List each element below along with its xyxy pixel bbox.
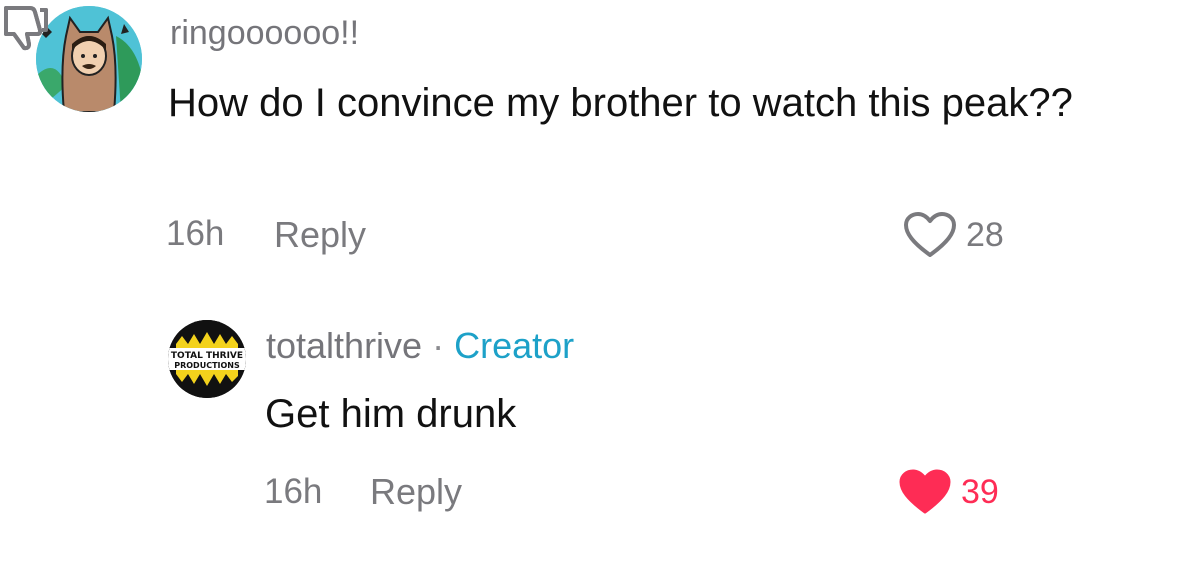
separator-dot: · bbox=[432, 325, 445, 366]
comment-text: How do I convince my brother to watch th… bbox=[168, 81, 1073, 125]
like-count: 28 bbox=[966, 215, 1004, 254]
total-thrive-logo-icon: TOTAL THRIVE PRODUCTIONS bbox=[168, 320, 246, 398]
heart-filled-icon bbox=[897, 468, 953, 516]
heart-outline-icon bbox=[902, 211, 958, 259]
creator-avatar[interactable]: TOTAL THRIVE PRODUCTIONS bbox=[168, 320, 246, 398]
svg-text:TOTAL THRIVE: TOTAL THRIVE bbox=[171, 351, 243, 361]
comment-username[interactable]: totalthrive bbox=[266, 325, 422, 366]
reply-button[interactable]: Reply bbox=[274, 214, 366, 256]
like-count: 39 bbox=[961, 472, 999, 511]
thumbs-down-icon bbox=[0, 0, 1179, 52]
comment-timestamp: 16h bbox=[264, 472, 323, 511]
reply-button[interactable]: Reply bbox=[370, 471, 462, 513]
dislike-button[interactable] bbox=[0, 0, 1179, 52]
svg-text:PRODUCTIONS: PRODUCTIONS bbox=[174, 361, 240, 370]
like-button[interactable]: 28 bbox=[902, 211, 1004, 259]
like-button[interactable]: 39 bbox=[897, 468, 999, 516]
comment-username-row: totalthrive · Creator bbox=[266, 325, 574, 367]
creator-badge: Creator bbox=[454, 325, 575, 366]
reply-comment-item: TOTAL THRIVE PRODUCTIONS totalthrive · C… bbox=[0, 0, 1179, 514]
comment-text: Get him drunk bbox=[265, 392, 517, 436]
comment-timestamp: 16h bbox=[166, 214, 225, 253]
